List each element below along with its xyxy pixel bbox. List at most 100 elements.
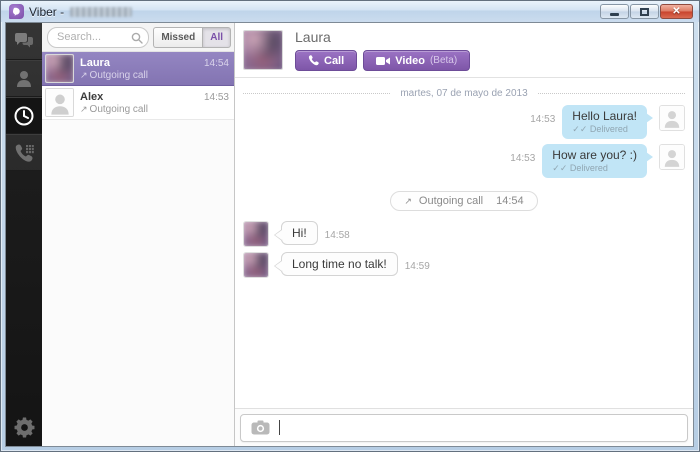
avatar	[45, 88, 74, 117]
window-controls: ✕	[600, 4, 693, 19]
placeholder-avatar	[660, 145, 684, 169]
rail-spacer	[6, 171, 42, 408]
contact-lines: Alex 14:53 ↗ Outgoing call	[80, 91, 229, 115]
left-rail	[6, 23, 42, 446]
message-bubble: Hello Laura! ✓✓ Delivered	[562, 105, 653, 139]
chat-contact-name: Laura	[295, 29, 331, 45]
chat-contact-avatar	[243, 30, 283, 70]
message-text: Hi!	[292, 226, 307, 240]
date-divider-label: martes, 07 de mayo de 2013	[400, 88, 528, 99]
message-status-label: Delivered	[589, 124, 628, 134]
viber-window: Viber - ✕ Search... Missed All Laura 14:…	[0, 0, 700, 452]
search-box	[47, 26, 150, 49]
rail-item-recents[interactable]	[6, 97, 42, 134]
outgoing-call-arrow-icon: ↗	[404, 195, 412, 206]
message-bubble: Hi!	[274, 221, 318, 245]
maximize-button[interactable]	[630, 4, 659, 19]
message-bubble: Long time no talk!	[274, 252, 398, 276]
call-filter-segment: Missed All	[153, 26, 231, 48]
call-event-pill: ↗ Outgoing call 14:54	[390, 191, 538, 211]
delivered-check-icon: ✓✓	[572, 124, 588, 134]
chat-header-main: Laura Call Video (Beta)	[295, 29, 471, 71]
app-body: Missed All Laura 14:54 ↗Outgoing call	[5, 22, 694, 447]
video-button[interactable]: Video (Beta)	[363, 50, 471, 71]
close-button[interactable]: ✕	[660, 4, 693, 19]
filter-missed-button[interactable]: Missed	[153, 26, 203, 48]
chat-panel: Laura Call Video (Beta) martes, 07 de ma…	[235, 23, 693, 446]
laura-photo	[244, 31, 282, 69]
composer-bar	[235, 408, 693, 446]
outgoing-call-arrow-icon: ↗	[80, 103, 88, 114]
contact-list: Laura 14:54 ↗ Outgoing call Alex 14:53 ↗…	[42, 52, 234, 446]
outgoing-call-arrow-icon: ↗	[80, 69, 88, 80]
settings-button[interactable]	[6, 408, 42, 446]
phone-icon	[308, 55, 319, 66]
message-bubble: How are you? :) ✓✓ Delivered	[542, 144, 653, 178]
video-beta-label: (Beta)	[429, 55, 458, 66]
contact-time: 14:53	[203, 91, 229, 103]
call-event-time: 14:54	[496, 195, 524, 207]
delivered-check-icon: ✓✓	[552, 163, 568, 173]
contact-avatar	[243, 252, 269, 278]
contact-row-laura[interactable]: Laura 14:54 ↗ Outgoing call	[42, 52, 234, 86]
laura-photo	[244, 222, 268, 246]
rail-item-chats[interactable]	[6, 23, 42, 60]
phone-keypad-icon	[15, 144, 34, 162]
message-time: 14:59	[404, 261, 430, 272]
filter-all-button[interactable]: All	[202, 26, 231, 48]
contact-name: Alex	[80, 90, 104, 103]
call-button[interactable]: Call	[295, 50, 358, 71]
placeholder-avatar	[660, 106, 684, 130]
search-icon	[131, 31, 144, 49]
chat-bubbles-icon	[15, 33, 33, 48]
call-event-row: ↗ Outgoing call 14:54	[243, 191, 685, 211]
composer-input[interactable]	[280, 414, 681, 441]
own-avatar	[659, 144, 685, 170]
message-status: ✓✓ Delivered	[572, 124, 637, 135]
laura-photo	[244, 253, 268, 277]
rail-item-contacts[interactable]	[6, 60, 42, 97]
video-camera-icon	[376, 56, 391, 65]
contact-time: 14:54	[203, 57, 229, 69]
call-button-label: Call	[324, 54, 345, 67]
contact-status: ↗ Outgoing call	[80, 70, 229, 81]
placeholder-avatar	[46, 89, 73, 116]
message-history: martes, 07 de mayo de 2013 14:53 Hello L…	[235, 78, 693, 408]
redacted-phone-number	[70, 6, 133, 17]
message-outgoing: 14:53 How are you? :) ✓✓ Delivered	[243, 144, 685, 178]
call-event-label: Outgoing call	[418, 195, 484, 207]
chat-header: Laura Call Video (Beta)	[235, 23, 693, 78]
window-title: Viber -	[29, 4, 65, 19]
contact-row-alex[interactable]: Alex 14:53 ↗ Outgoing call	[42, 86, 234, 120]
camera-button[interactable]	[247, 418, 273, 438]
clock-icon	[14, 106, 34, 125]
message-time: 14:53	[530, 114, 556, 125]
message-text: Hello Laura!	[572, 109, 637, 123]
message-status-label: Delivered	[569, 163, 608, 173]
own-avatar	[659, 105, 685, 131]
contact-status-label: Outgoing call	[89, 103, 148, 115]
close-icon: ✕	[672, 5, 681, 17]
compose-box[interactable]	[240, 413, 688, 442]
message-text: Long time no talk!	[292, 257, 387, 271]
contact-status: ↗ Outgoing call	[80, 104, 229, 115]
minimize-icon	[610, 13, 619, 16]
minimize-button[interactable]	[600, 4, 629, 19]
message-status: ✓✓ Delivered	[552, 163, 637, 174]
laura-photo	[46, 55, 73, 82]
video-button-label: Video	[395, 54, 425, 67]
contact-person-icon	[17, 70, 31, 87]
chat-header-buttons: Call Video (Beta)	[295, 50, 471, 71]
message-incoming: Long time no talk! 14:59	[243, 252, 685, 278]
contact-name: Laura	[80, 56, 110, 69]
gear-icon	[14, 417, 34, 437]
camera-icon	[251, 420, 269, 435]
date-divider: martes, 07 de mayo de 2013	[243, 88, 685, 99]
contact-lines: Laura 14:54 ↗ Outgoing call	[80, 57, 229, 81]
search-row: Missed All	[42, 23, 234, 52]
contact-status-label: Outgoing call	[89, 69, 148, 81]
rail-item-keypad[interactable]	[6, 134, 42, 171]
message-incoming: Hi! 14:58	[243, 221, 685, 247]
contact-avatar	[243, 221, 269, 247]
maximize-icon	[640, 7, 649, 16]
